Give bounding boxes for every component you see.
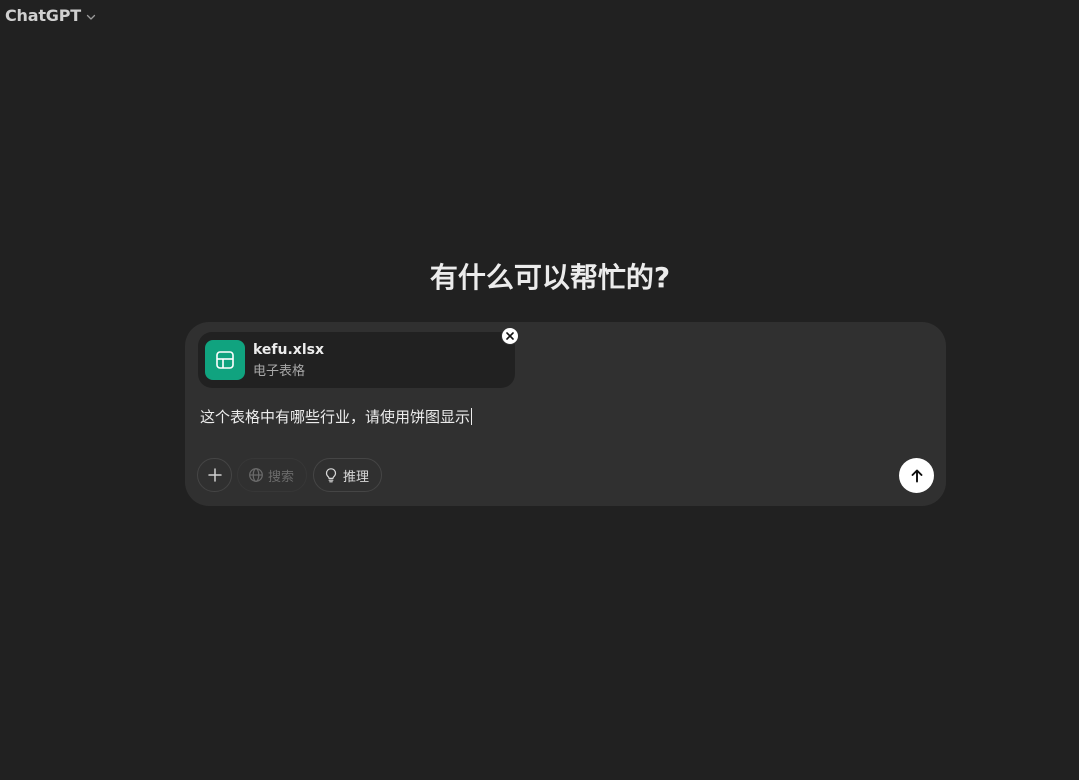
page-title: 有什么可以帮忙的? bbox=[429, 261, 671, 294]
reason-button[interactable]: 推理 bbox=[313, 458, 382, 492]
file-attachment-card[interactable]: kefu.xlsx 电子表格 bbox=[198, 332, 515, 388]
close-icon bbox=[506, 332, 514, 340]
send-button[interactable] bbox=[899, 458, 934, 493]
text-caret bbox=[471, 408, 473, 425]
globe-icon bbox=[249, 468, 263, 482]
prompt-input[interactable]: 这个表格中有哪些行业，请使用饼图显示 bbox=[200, 406, 473, 427]
remove-attachment-button[interactable] bbox=[501, 327, 519, 345]
model-switcher[interactable]: ChatGPT bbox=[5, 6, 96, 25]
plus-icon bbox=[207, 468, 222, 482]
model-name: ChatGPT bbox=[5, 6, 81, 25]
spreadsheet-icon bbox=[205, 340, 245, 380]
file-type: 电子表格 bbox=[253, 363, 306, 379]
arrow-up-icon bbox=[911, 469, 922, 482]
file-name: kefu.xlsx bbox=[253, 341, 324, 358]
file-info: kefu.xlsx 电子表格 bbox=[253, 342, 324, 379]
composer: kefu.xlsx 电子表格 这个表格中有哪些行业，请使用饼图显示 搜索 推理 bbox=[185, 322, 946, 506]
reason-button-label: 推理 bbox=[343, 469, 370, 485]
prompt-input-text: 这个表格中有哪些行业，请使用饼图显示 bbox=[200, 408, 471, 426]
lightbulb-icon bbox=[325, 468, 337, 483]
search-button-label: 搜索 bbox=[268, 469, 295, 485]
add-attachment-button[interactable] bbox=[197, 458, 232, 492]
chevron-down-icon bbox=[86, 14, 96, 20]
search-button[interactable]: 搜索 bbox=[237, 458, 307, 492]
